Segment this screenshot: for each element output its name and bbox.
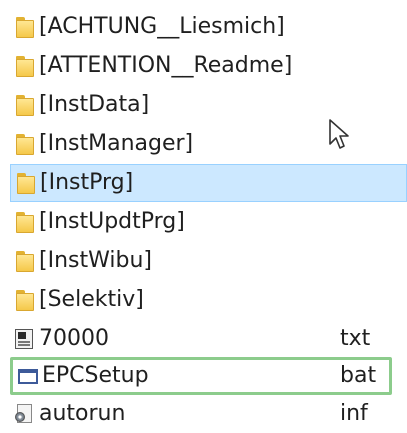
file-name: [InstData] xyxy=(39,92,150,117)
batch-file-icon xyxy=(17,363,39,389)
file-row-70000[interactable]: 70000 txt xyxy=(10,320,392,358)
file-row-instupdtprg[interactable]: [InstUpdtPrg] xyxy=(10,203,392,241)
file-list: [ACHTUNG__Liesmich] [ATTENTION__Readme] … xyxy=(0,0,407,433)
folder-icon xyxy=(14,131,36,157)
file-extension: txt xyxy=(340,326,371,351)
file-row-achtung-liesmich[interactable]: [ACHTUNG__Liesmich] xyxy=(10,8,392,46)
file-name: [ATTENTION__Readme] xyxy=(39,53,293,78)
folder-icon xyxy=(14,248,36,274)
file-row-autorun[interactable]: autorun inf xyxy=(10,395,392,433)
file-name: [InstPrg] xyxy=(40,170,134,195)
file-row-attention-readme[interactable]: [ATTENTION__Readme] xyxy=(10,47,392,85)
file-name: [InstUpdtPrg] xyxy=(39,209,185,234)
file-name: [InstWibu] xyxy=(39,248,152,273)
folder-icon xyxy=(14,14,36,40)
folder-icon xyxy=(15,170,37,196)
file-name: 70000 xyxy=(39,326,109,351)
folder-icon xyxy=(14,287,36,313)
file-row-selektiv[interactable]: [Selektiv] xyxy=(10,281,392,319)
folder-icon xyxy=(14,92,36,118)
folder-icon xyxy=(14,209,36,235)
file-extension: inf xyxy=(340,401,368,426)
folder-icon xyxy=(14,53,36,79)
file-name: [ACHTUNG__Liesmich] xyxy=(39,14,285,39)
mouse-pointer-icon xyxy=(329,119,349,149)
file-name: [InstManager] xyxy=(39,131,194,156)
text-file-icon xyxy=(14,326,36,352)
file-row-epcsetup[interactable]: EPCSetup bat xyxy=(10,357,392,395)
file-row-instprg[interactable]: [InstPrg] xyxy=(10,164,407,202)
file-row-instwibu[interactable]: [InstWibu] xyxy=(10,242,392,280)
setup-info-icon xyxy=(14,401,36,427)
file-name: autorun xyxy=(39,401,126,426)
file-extension: bat xyxy=(340,363,377,388)
file-name: [Selektiv] xyxy=(39,287,144,312)
file-name: EPCSetup xyxy=(42,363,149,388)
